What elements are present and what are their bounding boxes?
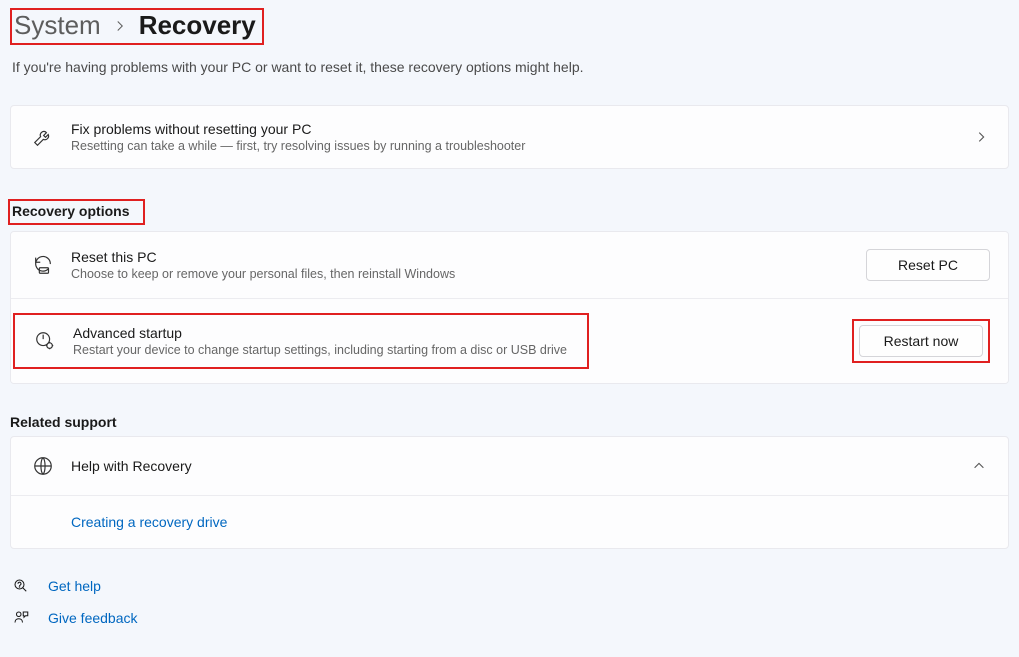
breadcrumb: System Recovery xyxy=(10,8,264,45)
footer-links: Get help Give feedback xyxy=(10,577,1009,627)
power-settings-icon xyxy=(27,330,63,352)
chevron-right-icon xyxy=(115,20,125,32)
help-icon xyxy=(12,577,30,595)
related-support-heading: Related support xyxy=(10,414,1009,430)
help-with-recovery-title: Help with Recovery xyxy=(71,458,968,474)
globe-icon xyxy=(25,455,61,477)
intro-text: If you're having problems with your PC o… xyxy=(12,59,1009,75)
restart-now-button[interactable]: Restart now xyxy=(859,325,983,357)
reset-subtitle: Choose to keep or remove your personal f… xyxy=(71,267,866,281)
fix-problems-card[interactable]: Fix problems without resetting your PC R… xyxy=(10,105,1009,169)
creating-recovery-drive-link[interactable]: Creating a recovery drive xyxy=(71,514,227,530)
chevron-right-icon xyxy=(972,130,990,144)
recovery-options-heading: Recovery options xyxy=(8,199,145,225)
recovery-options-group: Reset this PC Choose to keep or remove y… xyxy=(10,231,1009,384)
advanced-startup-row: Advanced startup Restart your device to … xyxy=(11,298,1008,383)
related-support-card: Help with Recovery Creating a recovery d… xyxy=(10,436,1009,549)
fix-problems-subtitle: Resetting can take a while — first, try … xyxy=(71,139,972,153)
get-help-label: Get help xyxy=(48,578,101,594)
advanced-startup-title: Advanced startup xyxy=(73,325,567,341)
get-help-link[interactable]: Get help xyxy=(12,577,1009,595)
reset-this-pc-row: Reset this PC Choose to keep or remove y… xyxy=(11,232,1008,298)
advanced-startup-subtitle: Restart your device to change startup se… xyxy=(73,343,567,357)
give-feedback-link[interactable]: Give feedback xyxy=(12,609,1009,627)
breadcrumb-parent[interactable]: System xyxy=(14,10,101,41)
fix-problems-title: Fix problems without resetting your PC xyxy=(71,121,972,137)
reset-icon xyxy=(25,254,61,276)
chevron-up-icon xyxy=(968,461,990,471)
help-with-recovery-header[interactable]: Help with Recovery xyxy=(11,437,1008,496)
give-feedback-label: Give feedback xyxy=(48,610,138,626)
page-title: Recovery xyxy=(139,10,256,41)
reset-title: Reset this PC xyxy=(71,249,866,265)
wrench-icon xyxy=(25,126,61,148)
reset-pc-button[interactable]: Reset PC xyxy=(866,249,990,281)
feedback-icon xyxy=(12,609,30,627)
